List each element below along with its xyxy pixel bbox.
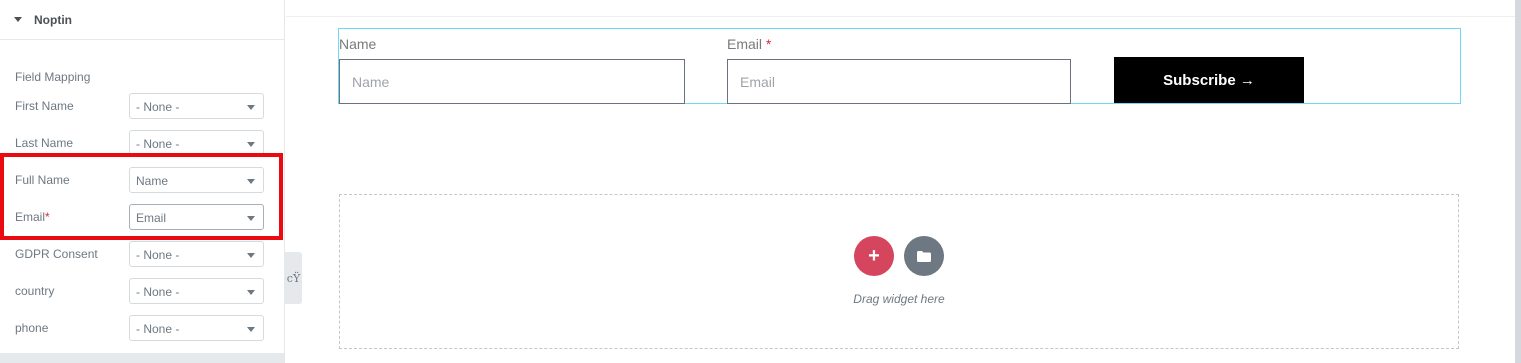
chevron-down-icon [247,142,255,147]
field-mapping-label: Field Mapping [15,70,91,84]
name-field-label: Name [339,36,377,52]
select-value: - None - [136,137,180,151]
add-section-button[interactable]: + [854,236,894,276]
mapping-row-label: country [15,284,55,298]
mapping-row-country: country - None - [0,278,285,304]
chevron-down-icon [247,253,255,258]
first-name-select[interactable]: - None - [129,93,264,119]
canvas-scrollbar[interactable] [1515,0,1521,363]
subscribe-button[interactable]: Subscribe → [1114,57,1304,103]
mapping-row-label: phone [15,321,49,335]
caret-down-icon [14,17,22,22]
name-input-placeholder: Name [352,74,390,90]
country-select[interactable]: - None - [129,278,264,304]
highlight-box [0,153,283,240]
select-value: - None - [136,100,180,114]
drag-widget-hint: Drag widget here [853,292,945,306]
section-header-noptin[interactable]: Noptin [0,0,285,40]
panel-collapse-toggle[interactable]: cŸ [285,252,302,304]
select-value: - None - [136,285,180,299]
chevron-down-icon [247,290,255,295]
mapping-row-gdpr-consent: GDPR Consent - None - [0,241,285,267]
canvas-top-divider [286,16,1516,17]
name-input[interactable]: Name [339,59,685,104]
folder-icon [917,250,931,262]
panel-footer-bar [0,353,285,363]
email-input[interactable]: Email [727,59,1071,104]
mapping-row-label: First Name [15,99,74,113]
chevron-down-icon [247,105,255,110]
select-value: - None - [136,248,180,262]
mapping-row-label: GDPR Consent [15,247,98,261]
plus-icon: + [868,244,880,267]
email-input-placeholder: Email [740,74,776,90]
template-library-button[interactable] [904,236,944,276]
email-field-label: Email * [727,36,772,52]
mapping-row-first-name: First Name - None - [0,93,285,119]
gdpr-consent-select[interactable]: - None - [129,241,264,267]
newsletter-form-widget[interactable]: Name Name Email * Email Subscribe → [338,28,1461,104]
settings-panel: Noptin Field Mapping First Name - None -… [0,0,285,363]
chevron-down-icon [247,327,255,332]
phone-select[interactable]: - None - [129,315,264,341]
mapping-row-label: Last Name [15,136,74,150]
select-value: - None - [136,322,180,336]
section-title: Noptin [34,12,72,27]
empty-section-drop-zone[interactable]: + Drag widget here [339,194,1459,349]
required-mark: * [765,36,772,52]
mapping-row-phone: phone - None - [0,315,285,341]
